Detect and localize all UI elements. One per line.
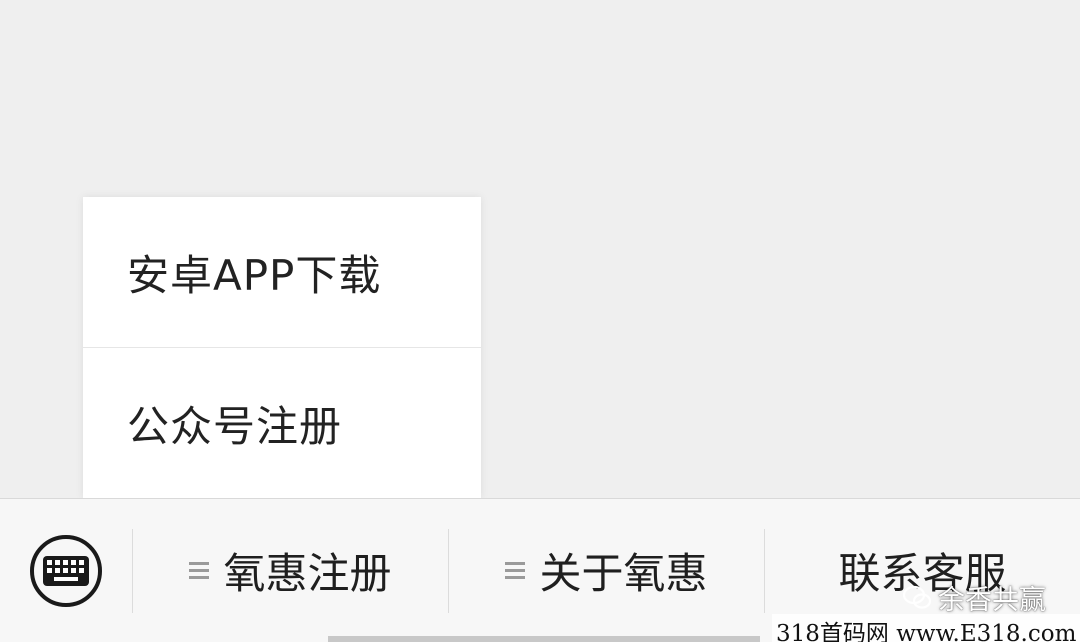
submenu-item-label: 公众号注册 bbox=[127, 401, 343, 451]
menu-item-yanghui-register[interactable]: 氧惠注册 bbox=[133, 499, 448, 642]
watermark-footer: 318首码网 www.E318.com bbox=[772, 614, 1080, 642]
keyboard-toggle-button[interactable] bbox=[0, 499, 132, 642]
keyboard-icon bbox=[30, 534, 102, 607]
watermark-brand-text: 余香共赢 bbox=[938, 585, 1046, 616]
wechat-icon bbox=[902, 585, 932, 609]
submenu-item-android-app-download[interactable]: 安卓APP下载 bbox=[83, 197, 481, 347]
list-icon bbox=[189, 561, 210, 580]
chat-screen: 安卓APP下载 公众号注册 氧惠注册 关于氧惠 联系客服 余香共赢 318首码网… bbox=[0, 0, 1080, 642]
menu-item-label: 关于氧惠 bbox=[539, 549, 708, 598]
submenu-item-label: 安卓APP下载 bbox=[127, 250, 382, 300]
watermark-brand: 余香共赢 bbox=[902, 578, 1046, 617]
menu-item-label: 氧惠注册 bbox=[223, 549, 392, 598]
submenu-item-official-account-register[interactable]: 公众号注册 bbox=[83, 348, 481, 498]
submenu-popup: 安卓APP下载 公众号注册 bbox=[83, 197, 481, 499]
list-icon bbox=[505, 561, 526, 580]
menu-item-about-yanghui[interactable]: 关于氧惠 bbox=[449, 499, 764, 642]
scroll-indicator bbox=[328, 636, 760, 642]
